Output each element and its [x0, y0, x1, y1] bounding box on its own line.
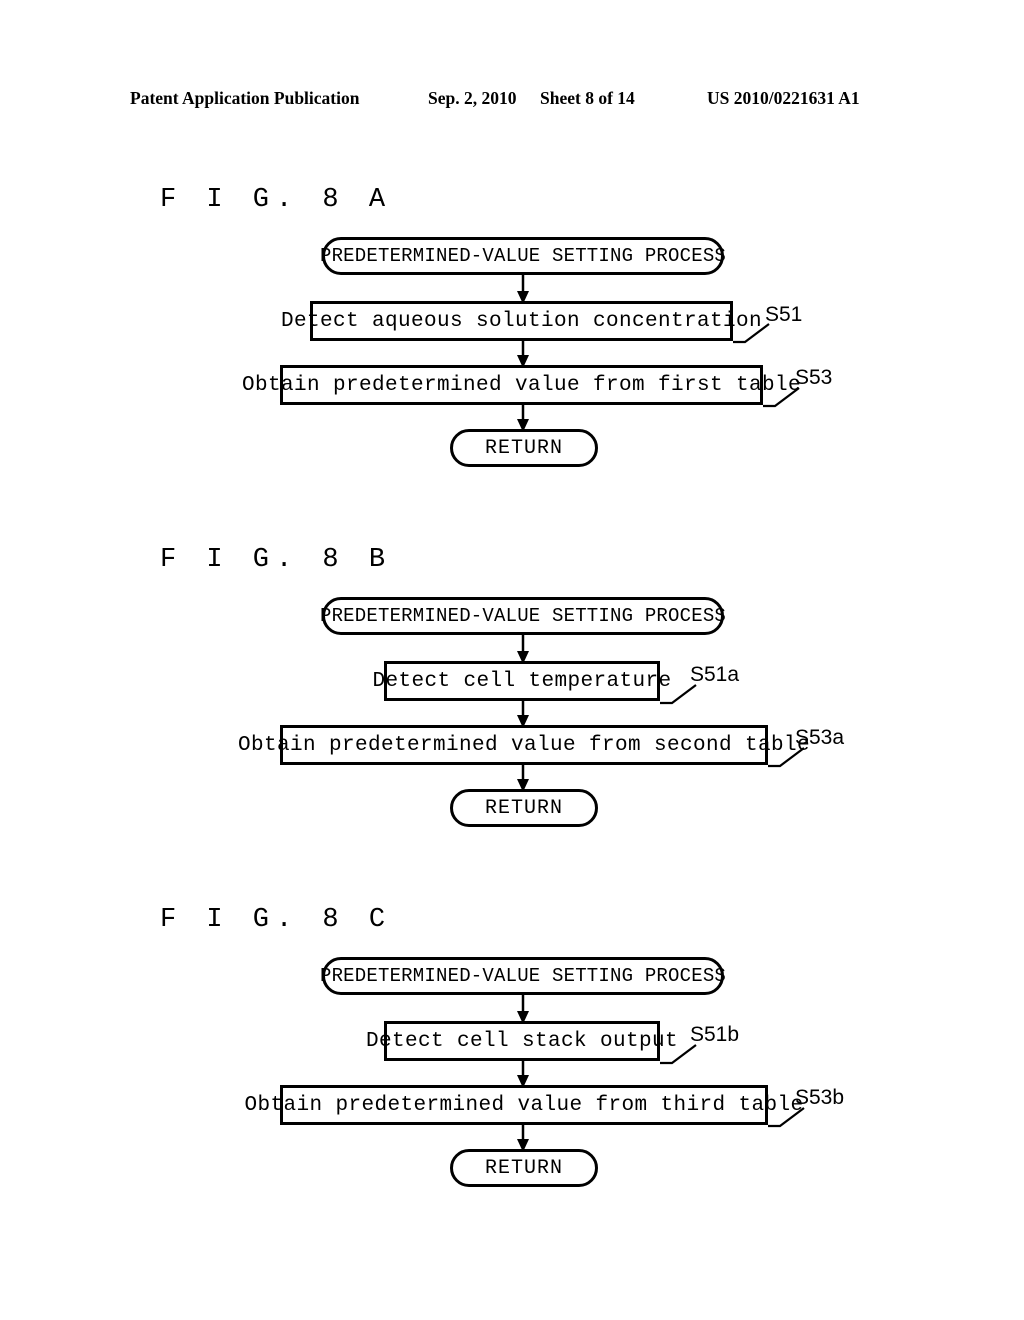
publication-date: Sep. 2, 2010 — [428, 88, 517, 108]
flow-terminal-start: PREDETERMINED-VALUE SETTING PROCESS — [320, 237, 726, 275]
step-reference-s53a: S53a — [795, 726, 845, 749]
flow-process-step1: Detect cell stack output — [366, 1021, 678, 1061]
step-reference-s53b: S53b — [795, 1086, 845, 1109]
step-reference-s51b: S51b — [690, 1023, 740, 1046]
page-header: Patent Application Publication Sep. 2, 2… — [0, 88, 1024, 114]
flow-terminal-end: RETURN — [450, 789, 598, 827]
flow-process-step2: Obtain predetermined value from first ta… — [242, 365, 801, 405]
sheet-number: Sheet 8 of 14 — [540, 88, 635, 108]
flow-process-step2: Obtain predetermined value from second t… — [238, 725, 810, 765]
flow-terminal-end: RETURN — [450, 429, 598, 467]
flow-process-step1: Detect cell temperature — [372, 661, 671, 701]
figure-8b: F I G. 8 B PREDETERMINED-VALUE SETTING P… — [0, 540, 1024, 870]
publication-title: Patent Application Publication — [130, 88, 360, 108]
patent-number: US 2010/0221631 A1 — [707, 88, 860, 108]
step-reference-s51: S51 — [765, 303, 803, 326]
figure-8a: F I G. 8 A PREDETERMINED-VALUE SETTING P… — [0, 180, 1024, 510]
figure-8c: F I G. 8 C PREDETERMINED-VALUE SETTING P… — [0, 900, 1024, 1230]
figure-label-8c: F I G. 8 C — [160, 905, 393, 935]
flow-terminal-end: RETURN — [450, 1149, 598, 1187]
figure-label-8a: F I G. 8 A — [160, 185, 393, 215]
flow-process-step2: Obtain predetermined value from third ta… — [244, 1085, 803, 1125]
flow-terminal-start: PREDETERMINED-VALUE SETTING PROCESS — [320, 597, 726, 635]
flow-terminal-start: PREDETERMINED-VALUE SETTING PROCESS — [320, 957, 726, 995]
step-reference-s51a: S51a — [690, 663, 740, 686]
step-reference-s53: S53 — [795, 366, 833, 389]
figure-label-8b: F I G. 8 B — [160, 545, 393, 575]
flow-process-step1: Detect aqueous solution concentration — [281, 301, 762, 341]
